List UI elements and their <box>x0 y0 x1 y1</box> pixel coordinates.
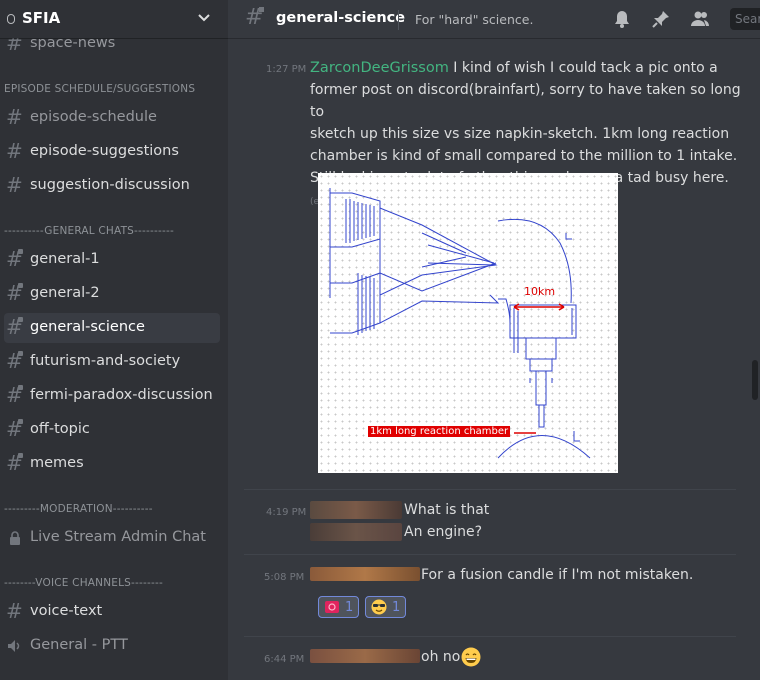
sidebar-item-label: General - PTT <box>30 637 128 653</box>
sidebar-item-general-2[interactable]: # general-2 <box>4 279 220 309</box>
sidebar-item-voice-text[interactable]: # voice-text <box>4 597 220 627</box>
reaction-count: 1 <box>345 599 354 615</box>
sidebar-item-futurism-and-society[interactable]: # futurism-and-society <box>4 347 220 377</box>
message-divider <box>244 554 736 555</box>
channel-title: general-science <box>276 10 406 26</box>
sidebar-item-label: off-topic <box>30 421 90 437</box>
hash-icon: # <box>6 173 23 197</box>
message-timestamp: 4:19 PM <box>266 507 307 518</box>
message-divider <box>244 636 736 637</box>
sidebar-item-episode-schedule[interactable]: # episode-schedule <box>4 103 220 133</box>
blurred-username <box>310 567 420 581</box>
grin-emoji <box>461 647 481 667</box>
blurred-username <box>310 501 402 519</box>
message-author[interactable]: ZarconDeeGrissom <box>310 60 449 76</box>
server-badge-icon <box>7 14 15 24</box>
speaker-icon <box>8 640 20 652</box>
channel-topic[interactable]: For "hard" science. <box>415 12 533 27</box>
sidebar-item-label: general-1 <box>30 251 100 267</box>
sidebar-item-label: general-2 <box>30 285 100 301</box>
sidebar-item-label: futurism-and-society <box>30 353 181 369</box>
blurred-username <box>310 649 420 663</box>
sidebar-item-general-1[interactable]: # general-1 <box>4 245 220 275</box>
thread-icon <box>18 385 23 390</box>
hash-icon: # <box>6 105 23 129</box>
message-timestamp: 1:27 PM <box>266 64 307 75</box>
sidebar-item-general-ptt[interactable]: General - PTT <box>4 631 220 661</box>
message-timestamp: 6:44 PM <box>264 654 305 665</box>
category-moderation[interactable]: ---------MODERATION---------- <box>4 503 153 515</box>
channel-header: # general-science For "hard" science. Se… <box>228 0 760 38</box>
reaction-sunglasses[interactable]: 1 <box>365 596 407 618</box>
thread-icon <box>18 453 23 458</box>
sidebar-item-memes[interactable]: # memes <box>4 449 220 479</box>
bell-icon[interactable] <box>612 9 632 29</box>
pin-icon[interactable] <box>651 9 671 29</box>
reaction-heart-face[interactable]: 1 <box>318 596 360 618</box>
sidebar-item-label: episode-suggestions <box>30 143 179 159</box>
message-content: For a fusion candle if I'm not mistaken. <box>421 567 694 583</box>
thread-icon <box>18 249 23 254</box>
sidebar-item-label: fermi-paradox-discussion <box>30 387 213 403</box>
search-input[interactable]: Search <box>730 8 760 30</box>
reaction-count: 1 <box>392 599 401 615</box>
category-episode-schedule[interactable]: EPISODE SCHEDULE/SUGGESTIONS <box>4 83 195 95</box>
server-header[interactable]: SFIA <box>0 0 228 38</box>
sunglasses-emoji <box>371 599 387 615</box>
attachment-image[interactable]: 10km 1km long reaction chamber <box>318 173 618 473</box>
hash-icon: # <box>6 599 23 623</box>
hash-icon: # <box>6 139 23 163</box>
sidebar-item-episode-suggestions[interactable]: # episode-suggestions <box>4 137 220 167</box>
sidebar-item-suggestion-discussion[interactable]: # suggestion-discussion <box>4 171 220 201</box>
sidebar-item-label: memes <box>30 455 84 471</box>
sidebar-item-off-topic[interactable]: # off-topic <box>4 415 220 445</box>
reaction-bar: 1 1 <box>318 596 518 618</box>
thread-icon <box>18 283 23 288</box>
width-label: 10km <box>524 285 556 298</box>
channel-sidebar: # space-news EPISODE SCHEDULE/SUGGESTION… <box>0 0 228 680</box>
category-voice-channels[interactable]: --------VOICE CHANNELS-------- <box>4 577 163 589</box>
thread-icon <box>18 317 23 322</box>
lock-icon <box>10 531 20 545</box>
heart-face-emoji <box>325 601 339 613</box>
message-timestamp: 5:08 PM <box>264 572 305 583</box>
server-name: SFIA <box>22 9 61 27</box>
message-content: What is that An engine? <box>404 502 490 540</box>
sidebar-item-label: suggestion-discussion <box>30 177 190 193</box>
sidebar-item-label: general-science <box>30 319 145 335</box>
members-icon[interactable] <box>690 9 710 29</box>
sidebar-item-label: voice-text <box>30 603 103 619</box>
sidebar-item-live-stream-admin-chat[interactable]: Live Stream Admin Chat <box>4 523 220 553</box>
category-general-chats[interactable]: ----------GENERAL CHATS---------- <box>4 225 174 237</box>
message-list: 1:27 PM ZarconDeeGrissom I kind of wish … <box>228 38 760 680</box>
blurred-username <box>310 523 402 541</box>
thread-icon <box>18 351 23 356</box>
message-content: oh no <box>421 649 461 665</box>
sidebar-item-general-science[interactable]: # general-science <box>4 313 220 343</box>
thread-icon <box>259 7 264 12</box>
thread-icon <box>18 419 23 424</box>
sidebar-item-label: episode-schedule <box>30 109 157 125</box>
chamber-label: 1km long reaction chamber <box>368 426 511 437</box>
sidebar-item-label: Live Stream Admin Chat <box>30 529 206 545</box>
chevron-down-icon[interactable] <box>197 11 211 25</box>
header-divider <box>398 10 399 30</box>
sidebar-item-fermi-paradox-discussion[interactable]: # fermi-paradox-discussion <box>4 381 220 411</box>
message-divider <box>244 489 736 490</box>
scrollbar[interactable] <box>752 360 758 400</box>
